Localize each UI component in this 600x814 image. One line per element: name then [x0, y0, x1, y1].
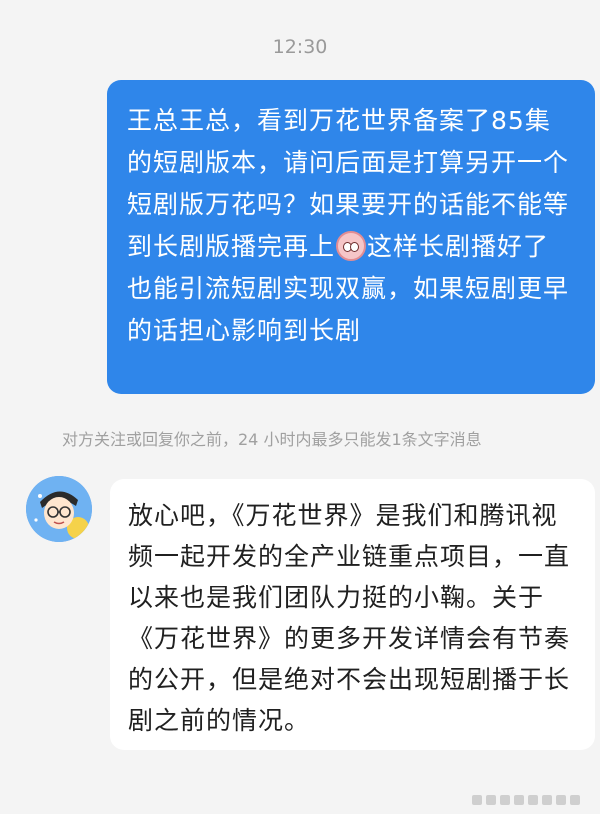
messaging-limit-notice: 对方关注或回复你之前，24 小时内最多只能发1条文字消息 — [62, 430, 482, 449]
cartoon-avatar-icon — [26, 476, 92, 542]
incoming-message-bubble[interactable]: 放心吧，《万花世界》是我们和腾讯视频一起开发的全产业链重点项目，一直以来也是我们… — [110, 479, 595, 750]
outgoing-message-bubble[interactable]: 王总王总，看到万花世界备案了85集的短剧版本，请问后面是打算另开一个短剧版万花吗… — [107, 80, 595, 394]
crying-face-icon — [336, 231, 367, 261]
message-timestamp: 12:30 — [272, 36, 328, 58]
incoming-message-text: 放心吧，《万花世界》是我们和腾讯视频一起开发的全产业链重点项目，一直以来也是我们… — [128, 501, 571, 735]
chat-screen: 12:30 王总王总，看到万花世界备案了85集的短剧版本，请问后面是打算另开一个… — [0, 0, 600, 814]
sender-avatar[interactable] — [26, 476, 92, 542]
watermark-icon — [472, 792, 588, 808]
